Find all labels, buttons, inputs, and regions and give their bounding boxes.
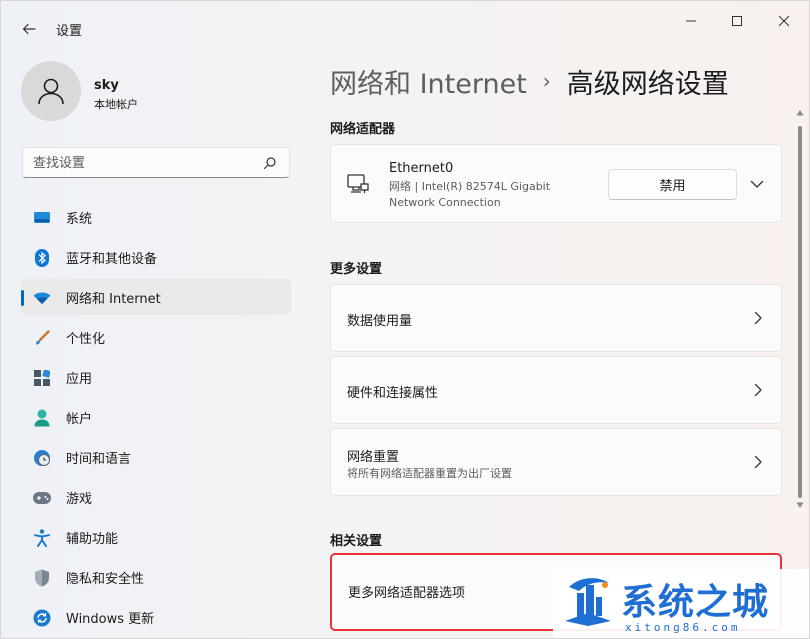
search-box[interactable]	[22, 147, 290, 178]
sidebar-item-system[interactable]: 系统	[21, 199, 291, 235]
brush-icon	[33, 329, 51, 347]
sidebar-item-label: 蓝牙和其他设备	[66, 251, 158, 267]
sidebar-item-network[interactable]: 网络和 Internet	[21, 279, 291, 315]
sidebar-item-label: 隐私和安全性	[66, 571, 145, 587]
watermark-logo-icon	[565, 578, 611, 626]
row-subtitle: 将所有网络适配器重置为出厂设置	[347, 467, 512, 480]
sidebar-item-label: 网络和 Internet	[66, 291, 161, 307]
sidebar-item-gaming[interactable]: 游戏	[21, 479, 291, 515]
watermark: 系统之城 xitong86.com	[553, 569, 809, 638]
maximize-button[interactable]	[722, 9, 752, 33]
maximize-icon	[732, 16, 742, 26]
clock-globe-icon	[33, 449, 51, 467]
gamepad-icon	[33, 489, 51, 507]
watermark-title: 系统之城	[621, 582, 770, 623]
sidebar-item-label: 系统	[66, 211, 93, 227]
sidebar-nav: 系统 蓝牙和其他设备 网络和 Internet 个性化 应用 帐户 时间和语言	[21, 199, 291, 638]
sidebar-item-label: 帐户	[66, 411, 93, 427]
search-input[interactable]	[33, 153, 253, 173]
sidebar-item-bluetooth[interactable]: 蓝牙和其他设备	[21, 239, 291, 275]
bluetooth-icon	[33, 249, 51, 267]
accessibility-icon	[33, 529, 51, 547]
adapter-description: 网络 | Intel(R) 82574L Gigabit Network Con…	[389, 180, 551, 209]
row-title: 更多网络适配器选项	[348, 586, 466, 601]
adapter-name: Ethernet0	[389, 161, 454, 176]
arrow-left-icon	[22, 23, 36, 35]
breadcrumb-separator: ›	[542, 69, 551, 93]
sidebar-item-label: 应用	[66, 371, 93, 387]
avatar	[21, 61, 81, 121]
sidebar-item-windows-update[interactable]: Windows 更新	[21, 599, 291, 635]
sidebar-item-privacy-security[interactable]: 隐私和安全性	[21, 559, 291, 595]
sidebar-item-personalization[interactable]: 个性化	[21, 319, 291, 355]
section-title-related-settings: 相关设置	[330, 534, 383, 549]
sidebar-item-label: 个性化	[66, 331, 106, 347]
row-title: 数据使用量	[347, 314, 413, 329]
minimize-button[interactable]	[676, 9, 706, 33]
chevron-right-icon	[754, 455, 762, 469]
user-name: sky	[94, 78, 119, 93]
data-usage-row[interactable]: 数据使用量	[330, 284, 782, 352]
breadcrumb: 网络和 Internet › 高级网络设置	[330, 61, 729, 101]
settings-window: 设置 sky 本地帐户 系统 蓝牙和其他设备	[0, 0, 810, 639]
watermark-url: xitong86.com	[625, 621, 741, 634]
app-title: 设置	[56, 24, 83, 39]
apps-icon	[33, 369, 51, 387]
sidebar-item-time-language[interactable]: 时间和语言	[21, 439, 291, 475]
wifi-icon	[33, 289, 51, 307]
section-title-more-settings: 更多设置	[330, 262, 383, 277]
breadcrumb-parent[interactable]: 网络和 Internet	[330, 62, 527, 101]
chevron-right-icon	[754, 311, 762, 325]
network-reset-row[interactable]: 网络重置 将所有网络适配器重置为出厂设置	[330, 428, 782, 496]
person-icon	[33, 409, 51, 427]
sidebar-item-label: 游戏	[66, 491, 93, 507]
disable-adapter-button[interactable]: 禁用	[608, 169, 737, 200]
sidebar-item-label: 辅助功能	[66, 531, 119, 547]
page-title: 高级网络设置	[566, 68, 729, 100]
update-icon	[33, 609, 51, 627]
row-title: 网络重置	[347, 450, 400, 465]
scrollbar-thumb[interactable]	[798, 126, 802, 498]
person-icon	[38, 78, 64, 105]
user-profile[interactable]: sky 本地帐户	[21, 61, 291, 125]
sidebar-item-apps[interactable]: 应用	[21, 359, 291, 395]
close-icon	[779, 16, 789, 26]
scroll-up-icon[interactable]	[796, 109, 804, 117]
title-bar: 设置	[1, 1, 809, 45]
section-title-adapters: 网络适配器	[330, 122, 396, 137]
scroll-down-icon[interactable]	[796, 501, 804, 509]
chevron-down-icon[interactable]	[749, 176, 765, 192]
account-type: 本地帐户	[94, 98, 138, 111]
row-title: 硬件和连接属性	[347, 386, 439, 401]
sidebar-item-accounts[interactable]: 帐户	[21, 399, 291, 435]
close-button[interactable]	[769, 9, 799, 33]
chevron-right-icon	[754, 383, 762, 397]
monitor-icon	[33, 209, 51, 227]
back-button[interactable]	[15, 15, 43, 43]
sidebar-item-label: 时间和语言	[66, 451, 132, 467]
ethernet-icon	[347, 174, 369, 193]
adapter-card[interactable]: Ethernet0 网络 | Intel(R) 82574L Gigabit N…	[330, 144, 782, 223]
sidebar-item-label: Windows 更新	[66, 611, 155, 627]
shield-icon	[33, 569, 51, 587]
minimize-icon	[686, 20, 696, 22]
hardware-connection-properties-row[interactable]: 硬件和连接属性	[330, 356, 782, 424]
search-icon[interactable]	[263, 156, 277, 170]
sidebar-item-accessibility[interactable]: 辅助功能	[21, 519, 291, 555]
